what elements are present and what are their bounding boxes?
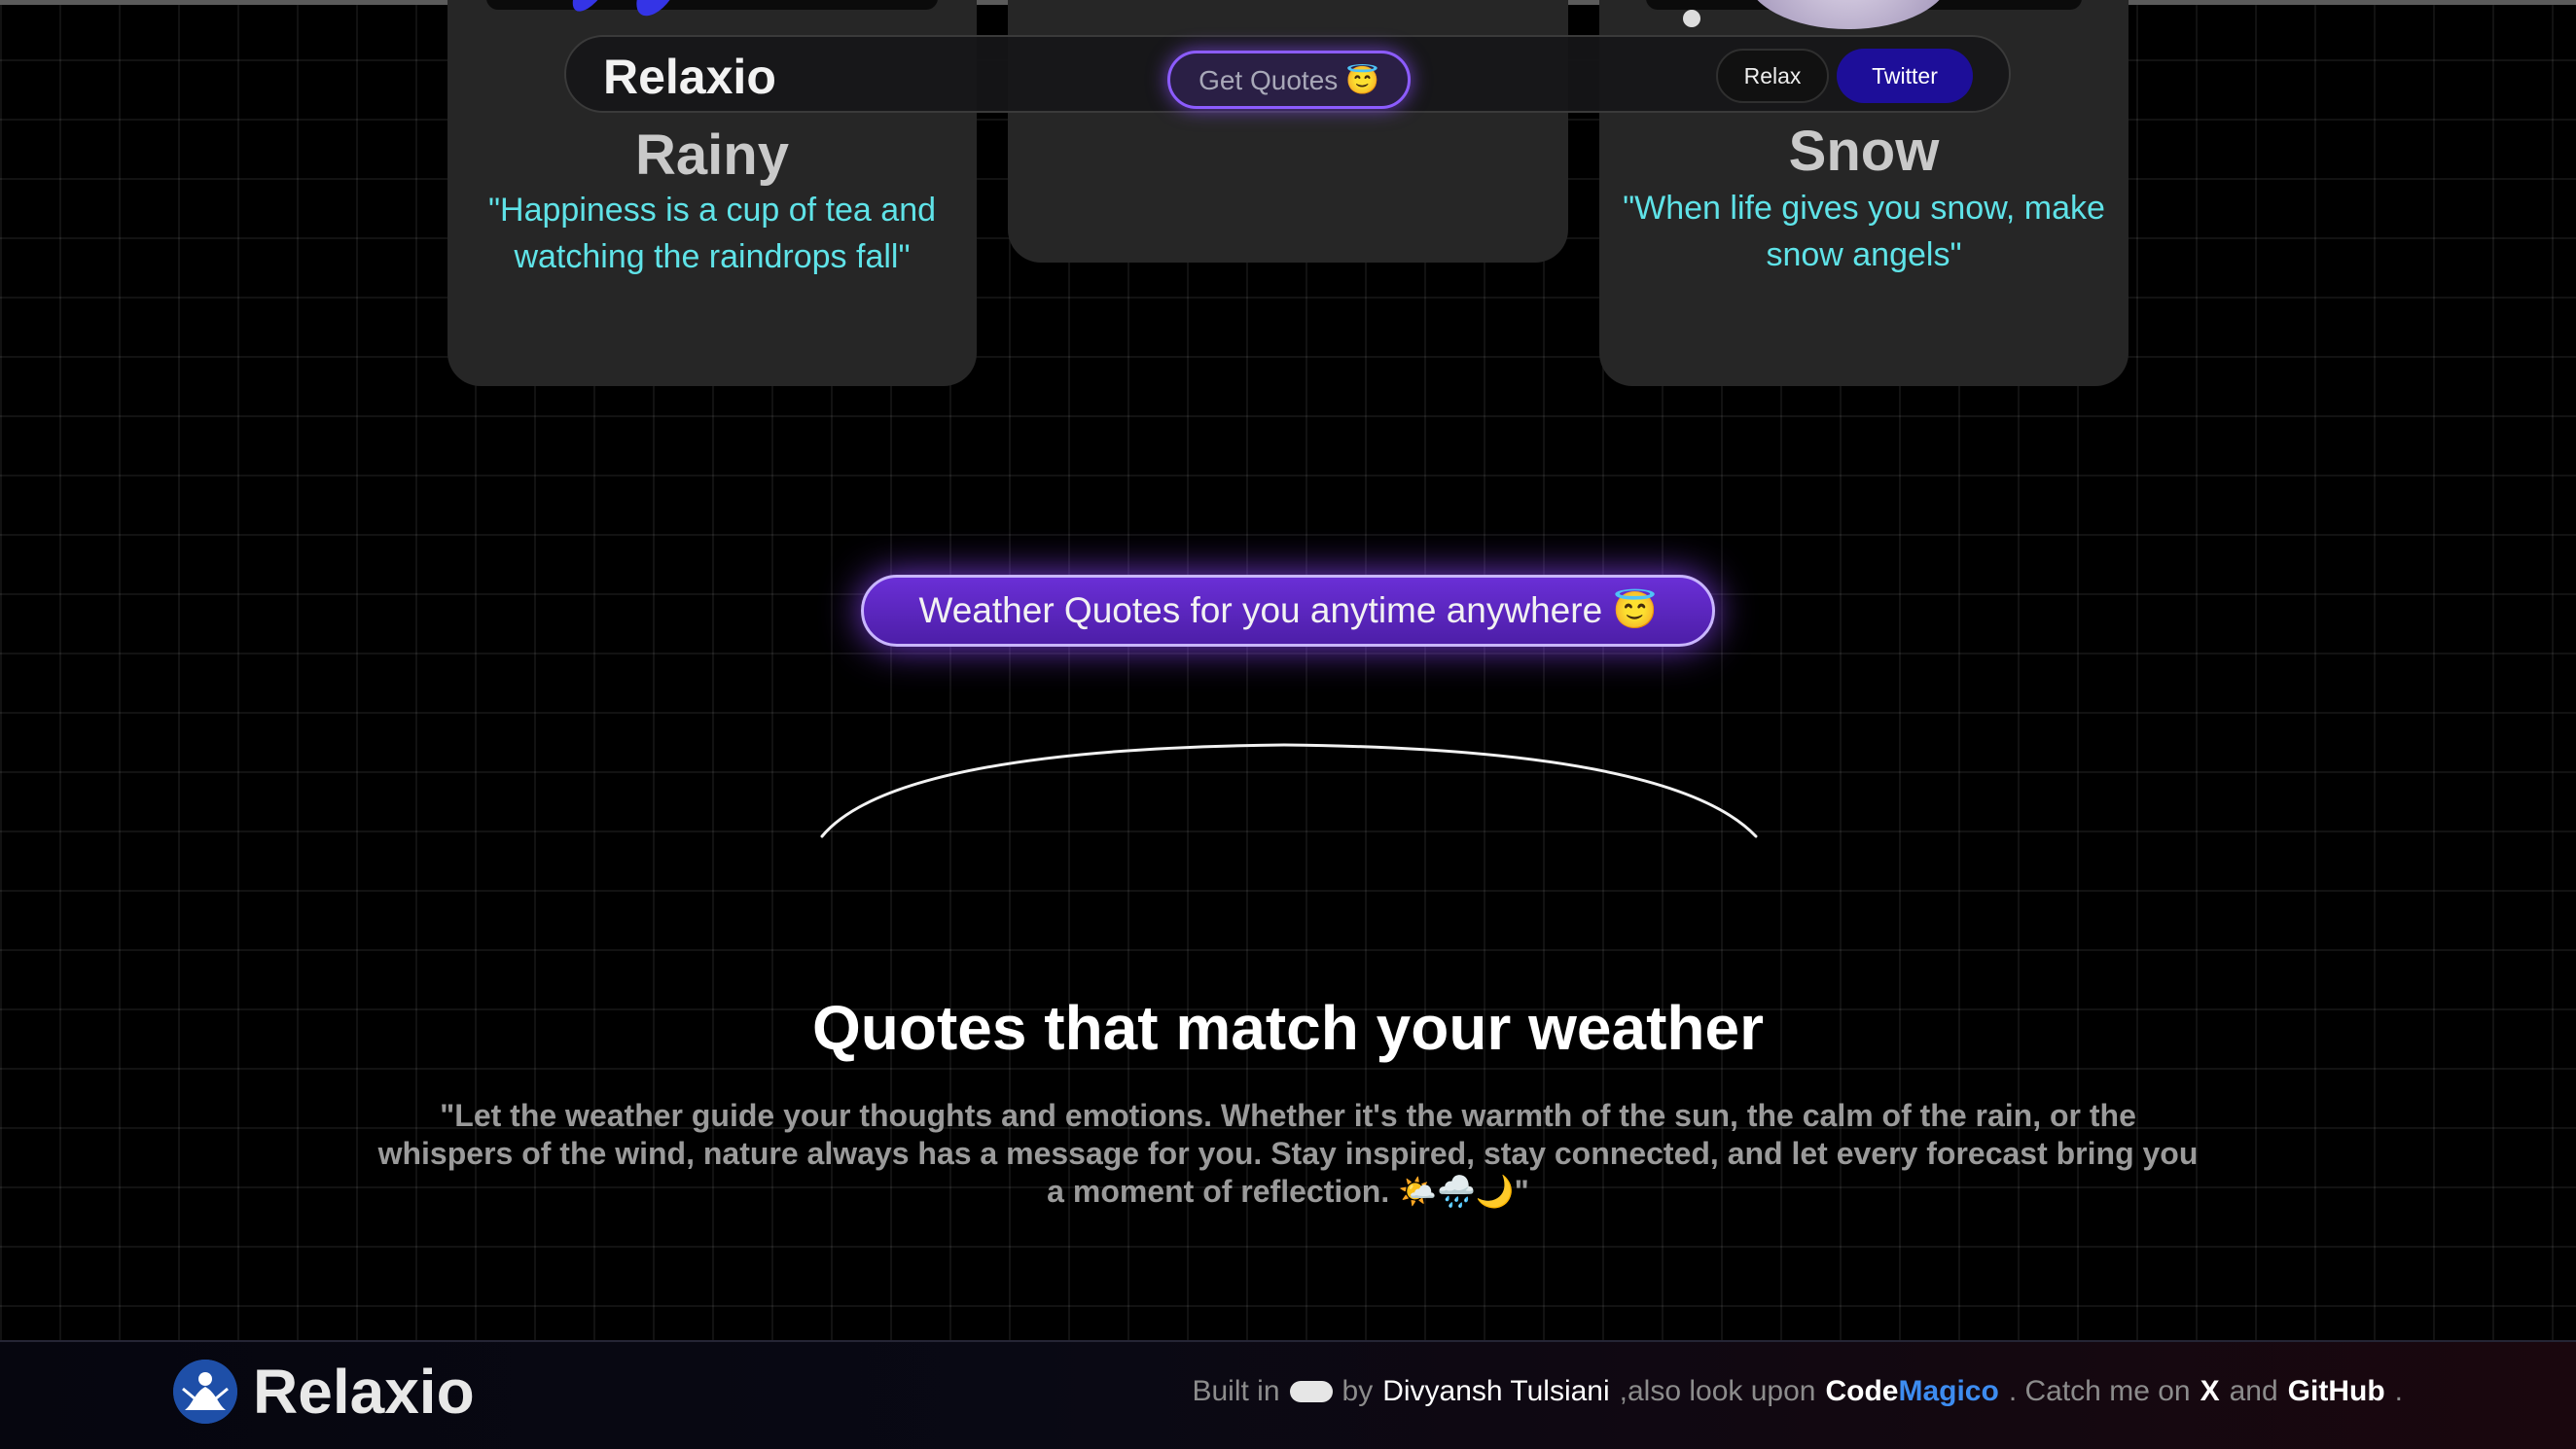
nav-relax-button[interactable]: Relax <box>1716 49 1829 103</box>
section-paragraph: "Let the weather guide your thoughts and… <box>377 1098 2199 1209</box>
also-text: ,also look upon <box>1619 1375 1816 1407</box>
card-image-rainy <box>486 0 938 23</box>
codemagico-part-a: Code <box>1825 1375 1899 1407</box>
author-name: Divyansh Tulsiani <box>1382 1375 1610 1407</box>
and-text: and <box>2229 1375 2278 1407</box>
glow-arc <box>820 743 1758 838</box>
cloud-icon <box>1289 1381 1333 1402</box>
card-quote: "When life gives you snow, make snow ang… <box>1623 190 2105 273</box>
raindrop-icon <box>627 0 688 23</box>
card-title: Rainy <box>635 124 789 187</box>
footer: Relaxio Built in by Divyansh Tulsiani ,a… <box>0 1340 2576 1449</box>
footer-brand[interactable]: Relaxio <box>253 1356 475 1428</box>
nav-brand-logo[interactable]: Relaxio <box>603 49 776 105</box>
x-link[interactable]: X <box>2200 1375 2220 1408</box>
end-period: . <box>2394 1375 2403 1407</box>
github-link[interactable]: GitHub <box>2288 1375 2385 1408</box>
codemagico-link[interactable]: CodeMagico <box>1825 1375 1998 1408</box>
snowflake-icon <box>1683 10 1700 27</box>
by-text: by <box>1342 1375 1374 1407</box>
get-quotes-button[interactable]: Get Quotes 😇 <box>1167 51 1411 109</box>
built-in-text: Built in <box>1192 1375 1280 1407</box>
weather-quotes-pill[interactable]: Weather Quotes for you anytime anywhere … <box>861 575 1715 647</box>
footer-credits: Built in by Divyansh Tulsiani ,also look… <box>1192 1375 2403 1408</box>
relaxio-logo-icon[interactable] <box>173 1360 237 1424</box>
codemagico-part-b: Magico <box>1898 1375 1999 1407</box>
card-title: Snow <box>1788 120 1940 183</box>
meditation-icon <box>173 1360 237 1424</box>
card-quote: "Happiness is a cup of tea and watching … <box>487 192 937 275</box>
section-heading: Quotes that match your weather <box>812 993 1764 1063</box>
top-navbar: Relaxio Get Quotes 😇 Relax Twitter <box>564 35 2011 113</box>
raindrop-icon <box>565 0 620 18</box>
nav-twitter-button[interactable]: Twitter <box>1837 49 1973 103</box>
catch-text: . Catch me on <box>2008 1375 2191 1407</box>
